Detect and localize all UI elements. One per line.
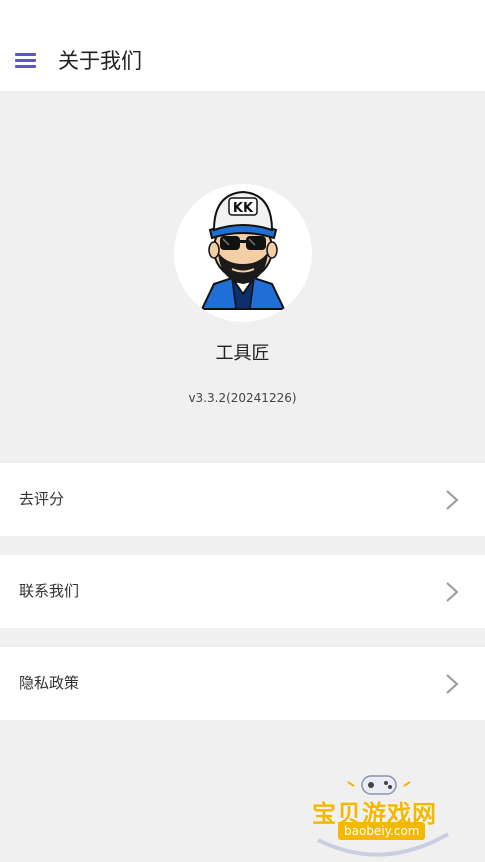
chevron-right-icon (446, 490, 459, 510)
rate-app-label: 去评分 (19, 490, 65, 508)
chevron-right-icon (446, 674, 459, 694)
contact-us-label: 联系我们 (19, 582, 80, 600)
privacy-policy-row[interactable]: 隐私政策 (0, 647, 485, 720)
app-name: 工具匠 (215, 343, 270, 364)
privacy-policy-label: 隐私政策 (19, 674, 80, 692)
cartoon-mechanic-logo-icon: KK (200, 190, 286, 310)
rate-app-row[interactable]: 去评分 (0, 463, 485, 536)
page-title: 关于我们 (58, 49, 142, 73)
logo-cap-text: KK (233, 201, 254, 216)
app-logo-avatar: KK (174, 184, 312, 322)
contact-us-row[interactable]: 联系我们 (0, 555, 485, 628)
app-header: 关于我们 (0, 0, 485, 91)
hamburger-menu-icon[interactable] (15, 53, 37, 68)
watermark-logo: 宝贝游戏网 baobeiy.com (308, 772, 458, 858)
watermark-url: baobeiy.com (338, 822, 426, 840)
chevron-right-icon (446, 582, 459, 602)
app-version: v3.3.2(20241226) (188, 391, 297, 405)
